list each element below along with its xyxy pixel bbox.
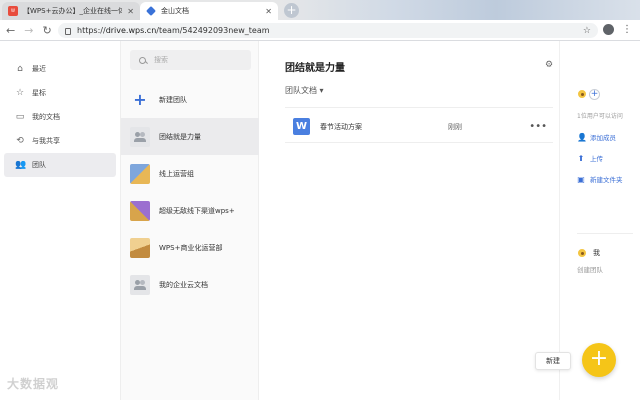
star-icon: ☆ — [15, 88, 25, 98]
upload-button[interactable]: ⬆ 上传 — [577, 153, 603, 164]
team-item[interactable]: 我的企业云文档 — [121, 266, 259, 303]
search-icon — [139, 56, 146, 64]
team-item[interactable]: WPS+商业化运营部 — [121, 229, 259, 266]
share-icon: ⟲ — [16, 136, 24, 146]
new-team-label: 新建团队 — [159, 95, 187, 104]
tab-title: 【WPS+云办公】_企业在线一体 — [23, 7, 123, 15]
owner-role: 创建团队 — [577, 266, 603, 274]
tabbar-background-image — [280, 0, 640, 20]
sidebar-item-my-docs[interactable]: ▭ 我的文档 — [4, 105, 116, 129]
add-member-icon[interactable]: + — [589, 89, 600, 100]
page-title: 团结就是力量 — [285, 63, 345, 74]
sidebar-item-label: 我的文档 — [32, 113, 60, 121]
owner-name: 我 — [593, 249, 600, 257]
team-owner: 我 — [577, 248, 600, 258]
team-name: 团结就是力量 — [159, 132, 201, 141]
file-modified: 刚刚 — [448, 122, 462, 131]
profile-icon[interactable] — [603, 24, 614, 35]
more-icon[interactable]: ••• — [528, 121, 553, 132]
team-name: 线上运营组 — [159, 169, 194, 178]
sidebar-item-label: 与我共享 — [32, 137, 60, 145]
new-tab-button[interactable]: + — [284, 3, 299, 18]
team-item[interactable]: 团结就是力量 — [121, 118, 259, 155]
team-avatar-icon — [130, 200, 150, 221]
sidebar-item-label: 星标 — [32, 89, 46, 97]
team-avatar-icon — [130, 237, 150, 258]
forward-icon[interactable]: → — [24, 24, 33, 37]
team-avatar-icon — [130, 126, 150, 147]
new-folder-button[interactable]: ▣ 新建文件夹 — [577, 174, 623, 185]
team-icon: 👥 — [15, 160, 27, 170]
team-name: WPS+商业化运营部 — [159, 243, 223, 252]
url-text[interactable]: https://drive.wps.cn/team/542492093new_t… — [77, 26, 577, 35]
team-item[interactable]: 超级无敌线下渠道wps+ — [121, 192, 259, 229]
watermark-text: 大数据观 — [7, 377, 60, 391]
folder-icon: ▭ — [15, 112, 25, 122]
new-fab-button[interactable]: + — [582, 343, 616, 377]
team-avatar-icon — [130, 274, 150, 295]
action-label: 添加成员 — [590, 134, 616, 142]
sidebar: ⌂ 最近 ☆ 星标 ▭ 我的文档 ⟲ 与我共享 👥 团队 — [0, 41, 121, 400]
lock-icon — [65, 28, 71, 35]
sidebar-item-team[interactable]: 👥 团队 — [4, 153, 116, 177]
team-avatar-icon — [130, 163, 150, 184]
team-search-input[interactable]: 搜索 — [130, 50, 251, 70]
sidebar-item-shared[interactable]: ⟲ 与我共享 — [4, 129, 116, 153]
wps-docs-app: ⌂ 最近 ☆ 星标 ▭ 我的文档 ⟲ 与我共享 👥 团队 搜索 + 新建团队 团… — [0, 41, 640, 400]
team-main: 团结就是力量 ⚙ 团队文档 ▾ W 春节活动方案 刚刚 ••• — [259, 41, 559, 400]
tab-title: 金山文档 — [161, 7, 189, 15]
word-doc-icon: W — [293, 118, 310, 135]
close-tab-icon[interactable]: ✕ — [127, 7, 134, 16]
url-scheme: https:// — [77, 26, 106, 35]
upload-icon: ⬆ — [577, 153, 585, 163]
plus-icon: + — [133, 90, 147, 109]
reload-icon[interactable]: ↻ — [42, 24, 51, 37]
browser-tab-docs[interactable]: 金山文档 ✕ — [140, 2, 278, 20]
new-folder-icon: ▣ — [577, 174, 585, 184]
sidebar-item-starred[interactable]: ☆ 星标 — [4, 81, 116, 105]
browser-toolbar: ← → ↻ https://drive.wps.cn/team/54249209… — [0, 20, 640, 41]
team-name: 超级无敌线下渠道wps+ — [159, 206, 235, 215]
bookmark-star-icon[interactable]: ☆ — [583, 26, 591, 36]
add-user-icon: 👤 — [577, 132, 587, 142]
menu-icon[interactable]: ⋮ — [622, 24, 632, 35]
file-row[interactable]: W 春节活动方案 刚刚 ••• — [285, 111, 553, 143]
team-name: 我的企业云文档 — [159, 280, 208, 289]
owner-avatar — [577, 248, 587, 258]
add-member-button[interactable]: 👤 添加成员 — [577, 132, 616, 143]
new-tooltip-label[interactable]: 新建 — [535, 352, 571, 370]
divider — [285, 107, 553, 108]
sidebar-item-label: 最近 — [32, 65, 46, 73]
home-icon: ⌂ — [17, 64, 23, 74]
search-placeholder: 搜索 — [154, 56, 168, 64]
address-bar[interactable]: https://drive.wps.cn/team/542492093new_t… — [58, 23, 598, 38]
url-host: drive.wps.cn — [105, 26, 157, 35]
sidebar-item-label: 团队 — [32, 161, 46, 169]
team-list: 搜索 + 新建团队 团结就是力量 线上运营组 超级无敌线下渠道wps+ WPS+… — [121, 41, 259, 400]
member-avatar — [577, 89, 587, 99]
browser-tab-wps[interactable]: W 【WPS+云办公】_企业在线一体 ✕ — [2, 2, 140, 20]
team-docs-dropdown[interactable]: 团队文档 ▾ — [285, 85, 324, 96]
file-name[interactable]: 春节活动方案 — [320, 122, 448, 132]
back-icon[interactable]: ← — [6, 24, 15, 37]
member-avatars: + — [577, 89, 600, 100]
team-item[interactable]: 线上运营组 — [121, 155, 259, 192]
action-label: 新建文件夹 — [590, 176, 623, 184]
divider — [577, 233, 633, 234]
url-path: /team/542492093new_team — [156, 26, 270, 35]
wps-icon: W — [8, 6, 18, 16]
close-tab-icon[interactable]: ✕ — [265, 7, 272, 16]
gear-icon[interactable]: ⚙ — [545, 60, 553, 70]
new-team-button[interactable]: + 新建团队 — [121, 81, 259, 118]
sidebar-item-recent[interactable]: ⌂ 最近 — [4, 57, 116, 81]
docs-icon — [146, 6, 156, 16]
action-label: 上传 — [590, 155, 603, 163]
browser-tab-bar: W 【WPS+云办公】_企业在线一体 ✕ 金山文档 ✕ + — [0, 0, 640, 20]
member-count-text: 1位用户可以访问 — [577, 113, 623, 120]
